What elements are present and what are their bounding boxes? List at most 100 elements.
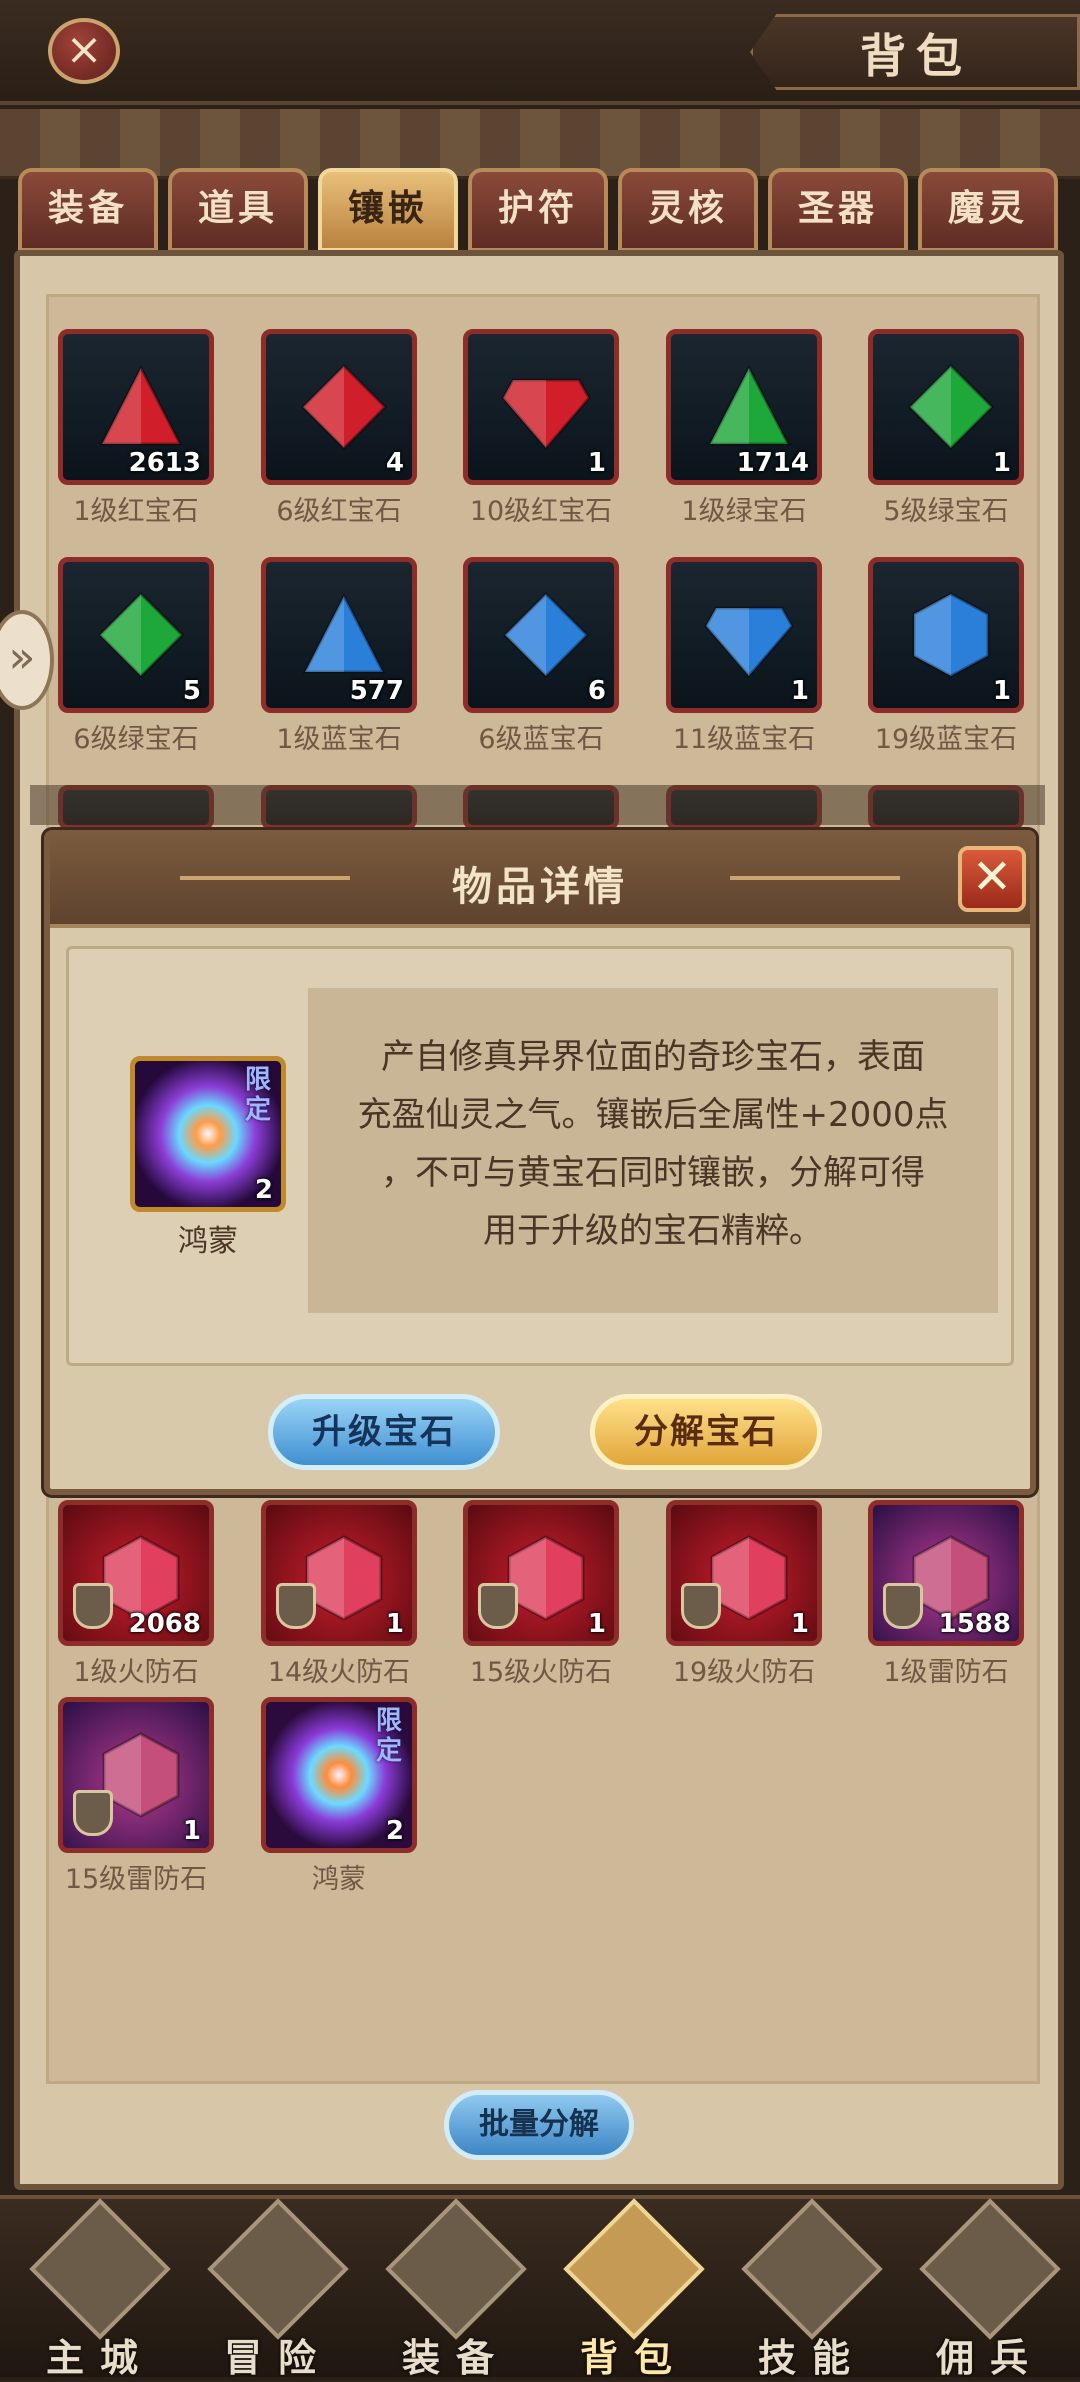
item-slot[interactable]: 1 — [463, 1500, 619, 1646]
upgrade-gem-button[interactable]: 升级宝石 — [268, 1394, 500, 1470]
shield-icon — [73, 1583, 113, 1629]
gem-icon — [704, 590, 794, 680]
inventory-item[interactable]: 1 15级雷防石 — [58, 1697, 214, 1895]
inventory-item[interactable]: 1 19级蓝宝石 — [868, 557, 1024, 755]
bottom-nav: 主城 冒险 装备 背包 技能 佣兵 — [0, 2195, 1080, 2380]
item-count: 1714 — [736, 448, 809, 478]
item-name: 鸿蒙 — [312, 1864, 366, 1895]
tab-1[interactable]: 道具 — [168, 168, 308, 252]
inventory-item[interactable]: 1 10级红宝石 — [463, 329, 619, 527]
item-name: 1级绿宝石 — [681, 496, 807, 527]
page-title: 背包 — [860, 29, 972, 83]
item-slot[interactable]: 1 — [868, 329, 1024, 485]
gem-icon — [906, 362, 996, 452]
dialog-close-button[interactable]: ✕ — [958, 846, 1026, 912]
nav-knight[interactable]: 佣兵 — [910, 2198, 1070, 2380]
inventory-item[interactable]: 4 6级红宝石 — [261, 329, 417, 527]
decompose-gem-button[interactable]: 分解宝石 — [590, 1394, 822, 1470]
gem-icon — [704, 362, 794, 452]
inventory-item[interactable]: 限定 2 鸿蒙 — [261, 1697, 417, 1895]
item-count: 1 — [790, 676, 809, 706]
tab-5[interactable]: 圣器 — [768, 168, 908, 252]
item-slot[interactable]: 1588 — [868, 1500, 1024, 1646]
gem-icon — [299, 362, 389, 452]
description-line: 产自修真异界位面的奇珍宝石，表面 — [381, 1037, 925, 1077]
item-count: 2068 — [128, 1609, 201, 1639]
gem-icon — [501, 590, 591, 680]
inventory-item[interactable]: 1588 1级雷防石 — [868, 1490, 1024, 1688]
item-slot[interactable]: 6 — [463, 557, 619, 713]
nav-crossed-swords[interactable]: 冒险 — [198, 2198, 358, 2380]
item-detail-dialog: 物品详情 ✕ 限定 2 鸿蒙 产自修真异界位面的奇珍宝石，表面 充盈仙灵之气。镶… — [44, 830, 1036, 1495]
tab-bar: 装备 道具 镶嵌 护符 灵核 圣器 魔灵 — [18, 168, 1068, 256]
gem-icon — [906, 590, 996, 680]
item-slot[interactable]: 1 — [868, 557, 1024, 713]
item-count: 4 — [385, 448, 404, 478]
item-slot[interactable]: 1 — [463, 329, 619, 485]
inventory-item[interactable]: 577 1级蓝宝石 — [261, 557, 417, 755]
item-name: 6级红宝石 — [276, 496, 402, 527]
item-name: 19级火防石 — [672, 1657, 816, 1688]
item-count: 1 — [992, 448, 1011, 478]
tab-3[interactable]: 护符 — [468, 168, 608, 252]
item-name: 1级红宝石 — [73, 496, 199, 527]
inventory-item[interactable]: 1 5级绿宝石 — [868, 329, 1024, 527]
item-slot[interactable]: 4 — [261, 329, 417, 485]
inventory-item[interactable]: 1 15级火防石 — [463, 1490, 619, 1688]
inventory-item[interactable]: 6 6级蓝宝石 — [463, 557, 619, 755]
item-count: 5 — [182, 676, 201, 706]
tab-2[interactable]: 镶嵌 — [318, 168, 458, 252]
item-slot[interactable]: 1 — [666, 557, 822, 713]
inventory-item[interactable]: 1 11级蓝宝石 — [666, 557, 822, 755]
nav-castle[interactable]: 主城 — [20, 2198, 180, 2380]
item-count: 1588 — [938, 1609, 1011, 1639]
item-name: 15级火防石 — [469, 1657, 613, 1688]
item-description: 产自修真异界位面的奇珍宝石，表面 充盈仙灵之气。镶嵌后全属性+2000点 ，不可… — [328, 1028, 978, 1260]
item-name: 1级火防石 — [73, 1657, 199, 1688]
dialog-header: 物品详情 ✕ — [50, 836, 1030, 928]
limited-badge: 限定 — [376, 1706, 403, 1766]
crossed-swords-icon — [207, 2198, 349, 2340]
gem-icon — [299, 590, 389, 680]
item-name: 19级蓝宝石 — [874, 724, 1018, 755]
item-slot[interactable]: 1 — [58, 1697, 214, 1853]
item-slot[interactable]: 577 — [261, 557, 417, 713]
item-slot[interactable]: 2613 — [58, 329, 214, 485]
inventory-item[interactable]: 2613 1级红宝石 — [58, 329, 214, 527]
inventory-item[interactable]: 5 6级绿宝石 — [58, 557, 214, 755]
gem-icon — [96, 590, 186, 680]
close-icon[interactable]: × — [48, 18, 120, 84]
inventory-item[interactable]: 1714 1级绿宝石 — [666, 329, 822, 527]
item-count: 6 — [587, 676, 606, 706]
batch-decompose-button[interactable]: 批量分解 — [444, 2090, 634, 2160]
inventory-item[interactable]: 2068 1级火防石 — [58, 1490, 214, 1688]
description-line: ，不可与黄宝石同时镶嵌，分解可得 — [381, 1153, 925, 1193]
inventory-item[interactable]: 1 14级火防石 — [261, 1490, 417, 1688]
item-name: 11级蓝宝石 — [672, 724, 816, 755]
description-line: 充盈仙灵之气。镶嵌后全属性+2000点 — [357, 1095, 949, 1135]
item-name: 鸿蒙 — [178, 1224, 238, 1259]
item-count: 1 — [182, 1816, 201, 1846]
item-name: 10级红宝石 — [469, 496, 613, 527]
inventory-item[interactable]: 1 19级火防石 — [666, 1490, 822, 1688]
tab-4[interactable]: 灵核 — [618, 168, 758, 252]
item-count: 1 — [385, 1609, 404, 1639]
tab-6[interactable]: 魔灵 — [918, 168, 1058, 252]
shield-icon — [883, 1583, 923, 1629]
description-line: 用于升级的宝石精粹。 — [483, 1211, 823, 1251]
nav-helmet[interactable]: 装备 — [376, 2198, 536, 2380]
item-slot[interactable]: 1 — [666, 1500, 822, 1646]
gem-icon — [96, 362, 186, 452]
item-slot[interactable]: 1714 — [666, 329, 822, 485]
limited-badge: 限定 — [245, 1065, 272, 1125]
nav-label: 冒险 — [223, 2336, 332, 2380]
shield-icon — [478, 1583, 518, 1629]
item-slot[interactable]: 1 — [261, 1500, 417, 1646]
item-slot[interactable]: 限定 2 — [261, 1697, 417, 1853]
tab-0[interactable]: 装备 — [18, 168, 158, 252]
shield-icon — [681, 1583, 721, 1629]
item-slot[interactable]: 2068 — [58, 1500, 214, 1646]
nav-bag[interactable]: 背包 — [554, 2198, 714, 2380]
item-slot[interactable]: 5 — [58, 557, 214, 713]
nav-skill-book[interactable]: 技能 — [732, 2198, 892, 2380]
